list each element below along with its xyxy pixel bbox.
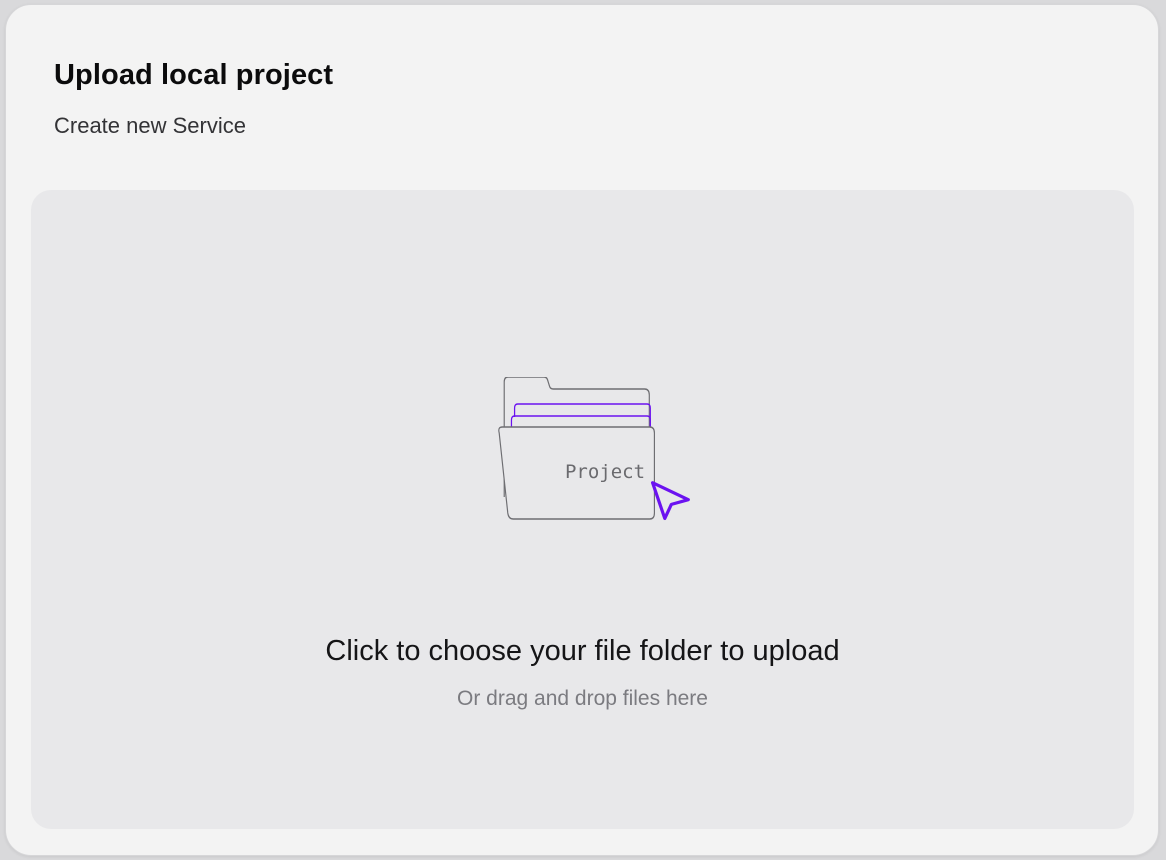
folder-label: Project bbox=[565, 461, 645, 483]
upload-dropzone[interactable]: Project Click to choose your file folder… bbox=[31, 190, 1134, 829]
cursor-pointer-icon bbox=[650, 481, 690, 521]
upload-dialog: Upload local project Create new Service … bbox=[5, 4, 1159, 856]
upload-headline[interactable]: Click to choose your file folder to uplo… bbox=[31, 635, 1134, 668]
upload-hint: Or drag and drop files here bbox=[457, 687, 708, 710]
dialog-title: Upload local project bbox=[54, 59, 334, 91]
folder-illustration: Project bbox=[471, 376, 691, 547]
dialog-subtitle: Create new Service bbox=[54, 113, 246, 138]
folder-icon: Project bbox=[498, 376, 690, 521]
